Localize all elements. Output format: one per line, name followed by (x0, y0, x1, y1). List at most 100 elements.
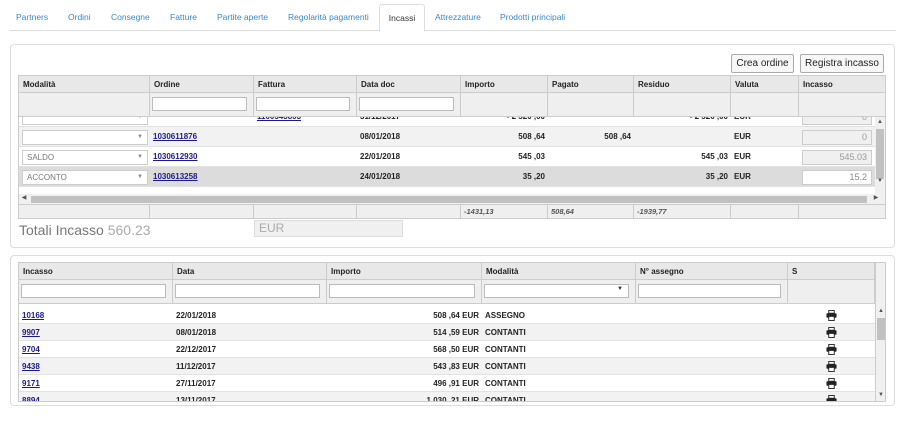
printer-icon[interactable] (826, 361, 837, 372)
col-data[interactable]: Data (173, 263, 327, 279)
table-row[interactable]: 9171 27/11/2017 496 ,91 EUR CONTANTI (19, 375, 875, 392)
grid-vertical-scrollbar[interactable]: ▲ ▼ (875, 117, 885, 203)
open-items-panel: Crea ordine Registra incasso Modalità Or… (10, 44, 895, 248)
tab-fatture[interactable]: Fatture (170, 4, 197, 31)
scrollbar-thumb[interactable] (31, 196, 867, 203)
scroll-up-arrow-icon[interactable]: ▲ (876, 307, 885, 316)
filter-ordine-input[interactable] (152, 97, 247, 111)
modalita-cell: CONTANTI (485, 362, 526, 371)
tab-attrezzature[interactable]: Attrezzature (435, 4, 481, 31)
table-row[interactable]: 10168 22/01/2018 508 ,64 EUR ASSEGNO (19, 307, 875, 324)
valuta-cell: EUR (734, 117, 751, 127)
table-row[interactable]: ACCONTO ▼ 1030613258 24/01/2018 35 ,20 35… (19, 167, 875, 187)
ordine-link[interactable]: 1030612930 (153, 152, 198, 161)
tab-incassi[interactable]: Incassi (379, 4, 425, 32)
modalita-cell: CONTANTI (485, 328, 526, 337)
grid-horizontal-scrollbar[interactable]: ◀ ▶ (19, 194, 885, 204)
col-residuo[interactable]: Residuo (634, 76, 731, 92)
modalita-select[interactable]: ▼ (22, 117, 148, 125)
col-modalita[interactable]: Modalità (19, 76, 150, 92)
importo-cell: 508 ,64 (518, 132, 545, 141)
incasso-input[interactable]: 0 (802, 117, 872, 125)
filter-importo-input[interactable] (329, 284, 475, 298)
tab-partners[interactable]: Partners (16, 4, 48, 31)
tab-partite-aperte[interactable]: Partite aperte (217, 4, 268, 31)
totali-incasso: Totali Incasso 560.23 (19, 221, 151, 239)
scrollbar-thumb[interactable] (877, 318, 885, 340)
scroll-down-arrow-icon[interactable]: ▼ (875, 177, 885, 186)
col-pagato[interactable]: Pagato (548, 76, 634, 92)
table-row[interactable]: ▼ 1100543803 31/12/2017 - 2 520 ,00 - 2 … (19, 117, 875, 127)
incasso-link[interactable]: 9438 (22, 362, 40, 371)
valuta-cell: EUR (734, 172, 751, 181)
incasso-link[interactable]: 8894 (22, 396, 40, 401)
col-ordine[interactable]: Ordine (150, 76, 254, 92)
fattura-link[interactable]: 1100543803 (257, 117, 301, 121)
importo-cell: 1 030 ,21 EUR (426, 396, 479, 402)
valuta-cell: EUR (734, 152, 751, 161)
col-importo[interactable]: Importo (461, 76, 548, 92)
modalita-select[interactable]: ACCONTO ▼ (22, 170, 148, 185)
filter-data-input[interactable] (175, 284, 320, 298)
incasso-link[interactable]: 10168 (22, 311, 44, 320)
filter-row: ▼ (19, 280, 875, 304)
col-fattura[interactable]: Fattura (254, 76, 357, 92)
ordine-link[interactable]: 1030611876 (153, 132, 197, 141)
filter-incasso-input[interactable] (21, 284, 166, 298)
printer-icon[interactable] (826, 344, 837, 355)
printer-icon[interactable] (826, 378, 837, 389)
incasso-input[interactable]: 545.03 (802, 150, 872, 165)
table-row[interactable]: 9438 11/12/2017 543 ,83 EUR CONTANTI (19, 358, 875, 375)
scroll-up-arrow-icon[interactable]: ▲ (875, 118, 885, 127)
tab-prodotti-principali[interactable]: Prodotti principali (500, 4, 565, 31)
col-incasso[interactable]: Incasso (799, 76, 885, 92)
total-pagato: 508,64 (548, 205, 634, 218)
importo-cell: 568 ,50 EUR (433, 345, 479, 354)
table-row[interactable]: 8894 13/11/2017 1 030 ,21 EUR CONTANTI (19, 392, 875, 402)
incasso-input[interactable]: 0 (802, 130, 872, 145)
printer-icon[interactable] (826, 395, 837, 402)
printer-icon[interactable] (826, 310, 837, 321)
tab-consegne[interactable]: Consegne (111, 4, 150, 31)
col-n-assegno[interactable]: N° assegno (636, 263, 788, 279)
col-modalita[interactable]: Modalità (482, 263, 636, 279)
col-valuta[interactable]: Valuta (731, 76, 799, 92)
table-row[interactable]: 9704 22/12/2017 568 ,50 EUR CONTANTI (19, 341, 875, 358)
scroll-right-arrow-icon[interactable]: ▶ (871, 194, 881, 203)
filter-modalita-select[interactable]: ▼ (484, 284, 629, 298)
importo-cell: 543 ,83 EUR (433, 362, 479, 371)
modalita-cell: CONTANTI (485, 379, 526, 388)
col-incasso[interactable]: Incasso (19, 263, 173, 279)
tab-regolarita-pagamenti[interactable]: Regolarità pagamenti (288, 4, 369, 31)
ordine-link[interactable]: 1030613258 (153, 172, 198, 181)
col-data-doc[interactable]: Data doc (357, 76, 461, 92)
modalita-cell: CONTANTI (485, 345, 526, 354)
incasso-link[interactable]: 9171 (22, 379, 40, 388)
scroll-left-arrow-icon[interactable]: ◀ (19, 194, 29, 203)
residuo-cell: 35 ,20 (705, 172, 728, 181)
scroll-down-arrow-icon[interactable]: ▼ (876, 391, 885, 400)
modalita-select[interactable]: ▼ (22, 130, 148, 145)
filter-n-assegno-input[interactable] (638, 284, 781, 298)
col-importo[interactable]: Importo (327, 263, 482, 279)
crea-ordine-button[interactable]: Crea ordine (731, 54, 794, 73)
data-doc-cell: 22/01/2018 (360, 152, 401, 161)
filter-data-doc-input[interactable] (359, 97, 454, 111)
registra-incasso-button[interactable]: Registra incasso (800, 54, 884, 73)
col-s[interactable]: S (788, 263, 875, 279)
chevron-down-icon: ▼ (137, 174, 143, 180)
incasso-input[interactable]: 15.2 (802, 170, 872, 185)
modalita-select[interactable]: SALDO ▼ (22, 150, 148, 165)
incasso-link[interactable]: 9704 (22, 345, 40, 354)
printer-icon[interactable] (826, 327, 837, 338)
data-cell: 13/11/2017 (176, 396, 216, 402)
residuo-cell: - 2 520 ,00 (634, 117, 728, 127)
tab-ordini[interactable]: Ordini (68, 4, 91, 31)
grid-vertical-scrollbar[interactable]: ▲ ▼ (875, 263, 885, 401)
table-row[interactable]: 9907 08/01/2018 514 ,59 EUR CONTANTI (19, 324, 875, 341)
table-row[interactable]: ▼ 1030611876 08/01/2018 508 ,64 508 ,64 … (19, 127, 875, 147)
table-row[interactable]: SALDO ▼ 1030612930 22/01/2018 545 ,03 545… (19, 147, 875, 167)
incasso-link[interactable]: 9907 (22, 328, 40, 337)
filter-fattura-input[interactable] (256, 97, 350, 111)
scrollbar-thumb[interactable] (876, 129, 884, 179)
